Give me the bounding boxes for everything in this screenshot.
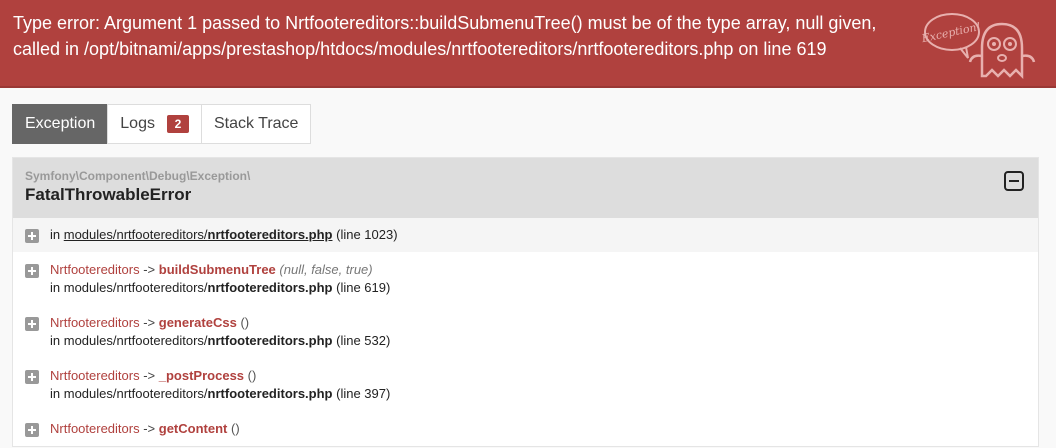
tab-exception-label: Exception bbox=[25, 115, 96, 132]
trace-row: in modules/nrtfootereditors/nrtfooteredi… bbox=[13, 218, 1038, 252]
error-header: Type error: Argument 1 passed to Nrtfoot… bbox=[0, 0, 1056, 88]
trace-location: in modules/nrtfootereditors/nrtfooteredi… bbox=[50, 333, 390, 348]
logs-count-badge: 2 bbox=[166, 115, 189, 133]
file-name: nrtfootereditors.php bbox=[207, 280, 333, 295]
expand-icon[interactable] bbox=[25, 423, 39, 437]
tab-stack-trace-label: Stack Trace bbox=[213, 115, 299, 132]
exception-panel: Symfony\Component\Debug\Exception\ Fatal… bbox=[12, 157, 1039, 447]
expand-icon[interactable] bbox=[25, 264, 39, 278]
trace-row: Nrtfootereditors -> buildSubmenuTree (nu… bbox=[13, 254, 1038, 307]
line-number: (line 619) bbox=[336, 280, 391, 295]
trace-class: Nrtfootereditors bbox=[50, 421, 140, 436]
file-dir: modules/nrtfootereditors/ bbox=[63, 333, 208, 348]
in-label: in bbox=[50, 227, 61, 242]
trace-class: Nrtfootereditors bbox=[50, 368, 140, 383]
error-message-line1: Type error: Argument 1 passed to Nrtfoot… bbox=[13, 13, 877, 33]
trace-class: Nrtfootereditors bbox=[50, 262, 140, 277]
trace-args: () bbox=[247, 368, 257, 383]
trace-location: in modules/nrtfootereditors/nrtfooteredi… bbox=[50, 227, 398, 242]
tab-logs-label: Logs bbox=[120, 115, 155, 132]
trace-method: getContent bbox=[158, 421, 228, 436]
trace-call: Nrtfootereditors -> buildSubmenuTree (nu… bbox=[50, 262, 373, 277]
expand-icon[interactable] bbox=[25, 370, 39, 384]
expand-icon[interactable] bbox=[25, 317, 39, 331]
trace-method: _postProcess bbox=[158, 368, 245, 383]
trace-class: Nrtfootereditors bbox=[50, 315, 140, 330]
trace-method: buildSubmenuTree bbox=[158, 262, 276, 277]
in-label: in bbox=[50, 333, 61, 348]
collapse-toggle-icon[interactable] bbox=[1004, 171, 1024, 191]
trace-args: (null, false, true) bbox=[279, 262, 373, 277]
trace-location: in modules/nrtfootereditors/nrtfooteredi… bbox=[50, 386, 390, 401]
line-number: (line 532) bbox=[336, 333, 391, 348]
trace-row: Nrtfootereditors -> generateCss () in mo… bbox=[13, 307, 1038, 360]
exception-header: Symfony\Component\Debug\Exception\ Fatal… bbox=[13, 158, 1038, 218]
expand-icon[interactable] bbox=[25, 229, 39, 243]
trace-location: in modules/nrtfootereditors/nrtfooteredi… bbox=[50, 280, 390, 295]
trace-row: Nrtfootereditors -> getContent () bbox=[13, 413, 1038, 448]
line-number: (line 397) bbox=[336, 386, 391, 401]
error-message-line2: called in /opt/bitnami/apps/prestashop/h… bbox=[13, 39, 827, 59]
in-label: in bbox=[50, 280, 61, 295]
file-name: nrtfootereditors.php bbox=[207, 333, 333, 348]
ghost-exception-icon: Exception! bbox=[920, 13, 1036, 80]
trace-arrow: -> bbox=[143, 262, 156, 277]
file-dir: modules/nrtfootereditors/ bbox=[63, 227, 208, 242]
trace-call: Nrtfootereditors -> _postProcess () bbox=[50, 368, 256, 383]
trace-arrow: -> bbox=[143, 315, 156, 330]
in-label: in bbox=[50, 386, 61, 401]
tab-logs[interactable]: Logs 2 bbox=[107, 104, 202, 144]
error-message: Type error: Argument 1 passed to Nrtfoot… bbox=[13, 10, 913, 62]
file-dir: modules/nrtfootereditors/ bbox=[63, 386, 208, 401]
tab-stack-trace[interactable]: Stack Trace bbox=[200, 104, 312, 144]
trace-call: Nrtfootereditors -> generateCss () bbox=[50, 315, 249, 330]
line-number: (line 1023) bbox=[336, 227, 398, 242]
trace-call: Nrtfootereditors -> getContent () bbox=[50, 421, 240, 436]
file-name: nrtfootereditors.php bbox=[207, 227, 333, 242]
file-name: nrtfootereditors.php bbox=[207, 386, 333, 401]
trace-method: generateCss bbox=[158, 315, 237, 330]
ghost-bubble-text: Exception! bbox=[920, 20, 982, 45]
trace-row: Nrtfootereditors -> _postProcess () in m… bbox=[13, 360, 1038, 413]
exception-namespace: Symfony\Component\Debug\Exception\ bbox=[25, 169, 251, 183]
tab-exception[interactable]: Exception bbox=[12, 104, 109, 144]
tab-bar: Exception Logs 2 Stack Trace bbox=[12, 104, 312, 144]
exception-class: FatalThrowableError bbox=[25, 185, 192, 204]
trace-arrow: -> bbox=[143, 421, 156, 436]
trace-args: () bbox=[240, 315, 250, 330]
trace-arrow: -> bbox=[143, 368, 156, 383]
file-link[interactable]: modules/nrtfootereditors/nrtfootereditor… bbox=[64, 227, 333, 242]
file-dir: modules/nrtfootereditors/ bbox=[63, 280, 208, 295]
trace-args: () bbox=[231, 421, 240, 436]
